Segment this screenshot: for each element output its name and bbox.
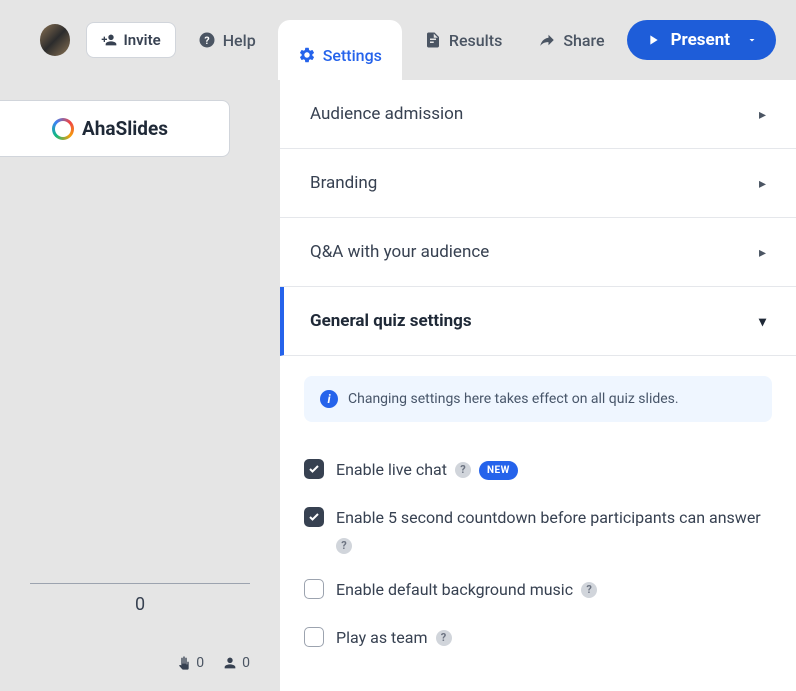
section-branding-label: Branding (310, 173, 377, 193)
results-icon (424, 31, 442, 49)
logo-icon (52, 118, 74, 140)
present-button[interactable]: Present (627, 20, 776, 60)
nav-help[interactable]: ? Help (184, 23, 270, 58)
avatar[interactable] (40, 24, 70, 56)
new-badge: NEW (479, 461, 518, 480)
option-countdown: Enable 5 second countdown before partici… (304, 494, 772, 566)
raised-count: 0 (196, 655, 204, 671)
option-bg-music-label: Enable default background music (336, 578, 573, 602)
logo-text: AhaSlides (82, 117, 168, 140)
help-icon[interactable]: ? (455, 462, 471, 478)
section-qa-label: Q&A with your audience (310, 242, 489, 262)
chevron-down-icon (759, 311, 766, 331)
option-live-chat: Enable live chat ? NEW (304, 446, 772, 494)
invite-icon (101, 32, 117, 48)
people-count: 0 (242, 655, 250, 671)
chevron-right-icon (759, 173, 766, 193)
nav-share-label: Share (563, 31, 604, 50)
quiz-settings-body: i Changing settings here takes effect on… (280, 356, 796, 691)
svg-text:?: ? (204, 34, 209, 47)
score-value: 0 (135, 594, 145, 615)
help-icon[interactable]: ? (336, 538, 352, 554)
section-admission[interactable]: Audience admission (280, 80, 796, 149)
nav-share[interactable]: Share (524, 23, 618, 58)
logo-card: AhaSlides (0, 100, 230, 157)
gear-icon (298, 46, 316, 64)
info-icon: i (320, 390, 338, 408)
checkbox-bg-music[interactable] (304, 579, 324, 599)
info-banner: i Changing settings here takes effect on… (304, 376, 772, 422)
checkbox-countdown[interactable] (304, 507, 324, 527)
topbar: Invite ? Help Settings Results Share Pre… (0, 0, 796, 80)
nav-results[interactable]: Results (410, 23, 516, 58)
hand-icon (176, 655, 192, 671)
section-admission-label: Audience admission (310, 104, 463, 124)
present-label: Present (671, 30, 730, 50)
stats-bar: 0 0 (0, 655, 280, 691)
main: AhaSlides 0 0 0 Audience admission Brand… (0, 80, 796, 691)
play-icon (645, 32, 661, 48)
option-countdown-label: Enable 5 second countdown before partici… (336, 506, 761, 530)
chevron-right-icon (759, 104, 766, 124)
help-icon[interactable]: ? (436, 630, 452, 646)
option-team: Play as team ? (304, 614, 772, 662)
nav-results-label: Results (449, 31, 502, 50)
section-quiz[interactable]: General quiz settings (280, 287, 796, 356)
section-qa[interactable]: Q&A with your audience (280, 218, 796, 287)
section-branding[interactable]: Branding (280, 149, 796, 218)
help-icon: ? (198, 31, 216, 49)
chevron-right-icon (759, 242, 766, 262)
nav-settings-label: Settings (323, 46, 382, 65)
section-quiz-label: General quiz settings (310, 311, 472, 331)
share-icon (538, 31, 556, 49)
left-panel: AhaSlides 0 0 0 (0, 80, 280, 691)
settings-panel: Audience admission Branding Q&A with you… (280, 80, 796, 691)
checkbox-team[interactable] (304, 627, 324, 647)
option-live-chat-label: Enable live chat (336, 458, 447, 482)
invite-label: Invite (123, 31, 160, 49)
score-line: 0 (30, 583, 250, 655)
person-icon (222, 655, 238, 671)
info-text: Changing settings here takes effect on a… (348, 391, 679, 407)
option-team-label: Play as team (336, 626, 428, 650)
checkbox-live-chat[interactable] (304, 459, 324, 479)
nav-help-label: Help (223, 31, 256, 50)
stat-people: 0 (222, 655, 250, 671)
stat-raised: 0 (176, 655, 204, 671)
help-icon[interactable]: ? (581, 582, 597, 598)
option-bg-music: Enable default background music ? (304, 566, 772, 614)
invite-button[interactable]: Invite (86, 22, 175, 58)
chevron-down-icon (746, 34, 758, 46)
nav-settings[interactable]: Settings (278, 20, 402, 80)
